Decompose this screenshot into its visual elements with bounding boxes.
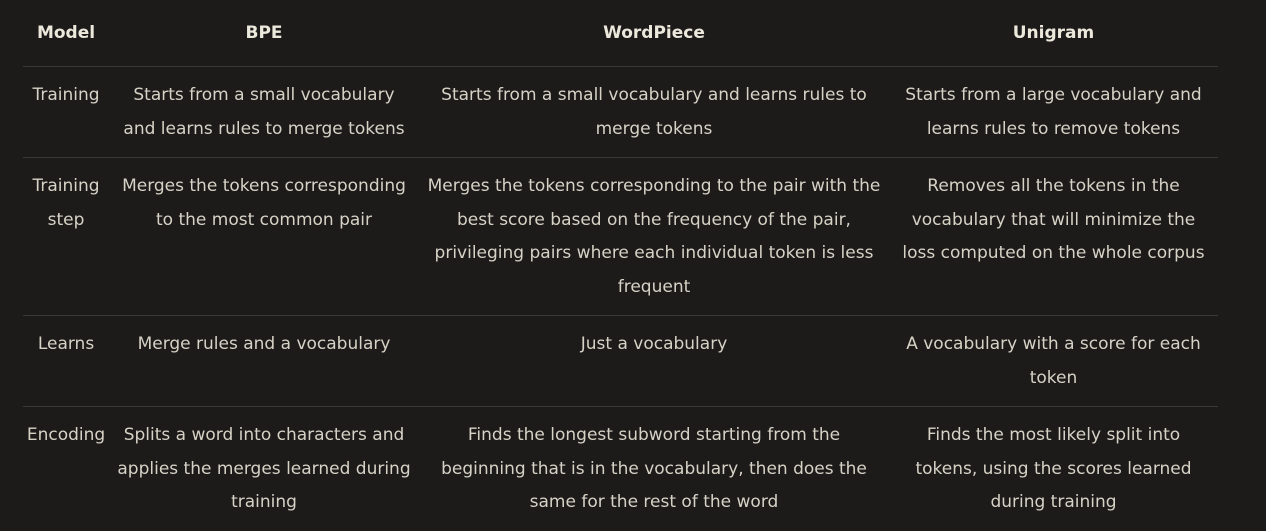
table-row: Training step Merges the tokens correspo…: [23, 157, 1218, 316]
row-label-training: Training: [23, 66, 109, 158]
cell-unigram: Starts from a large vocabulary and learn…: [889, 66, 1218, 158]
cell-unigram: A vocabulary with a score for each token: [889, 315, 1218, 407]
header-bpe: BPE: [109, 0, 419, 67]
cell-bpe: Merge rules and a vocabulary: [109, 315, 419, 407]
row-label-encoding: Encoding: [26, 425, 106, 445]
cell-unigram: Removes all the tokens in the vocabulary…: [889, 157, 1218, 316]
header-model: Model: [23, 0, 109, 67]
table-header-row: Model BPE WordPiece Unigram: [23, 0, 1218, 67]
cell-bpe: Merges the tokens corresponding to the m…: [109, 157, 419, 316]
cell-bpe: Splits a word into characters and applie…: [117, 425, 411, 512]
cell-wordpiece: Merges the tokens corresponding to the p…: [419, 157, 889, 316]
row-label-training-step: Training step: [23, 157, 109, 316]
cell-bpe: Starts from a small vocabulary and learn…: [109, 66, 419, 158]
cell-wordpiece: Just a vocabulary: [419, 315, 889, 407]
header-wordpiece: WordPiece: [419, 0, 889, 67]
cell-wordpiece: Finds the longest subword starting from …: [441, 425, 867, 512]
comparison-table-container: Model BPE WordPiece Unigram Training Sta…: [23, 0, 1218, 531]
header-unigram: Unigram: [889, 0, 1218, 67]
cell-wordpiece: Starts from a small vocabulary and learn…: [419, 66, 889, 158]
cell-unigram: Finds the most likely split into tokens,…: [915, 425, 1192, 512]
table-row: Training Starts from a small vocabulary …: [23, 66, 1218, 158]
row-label-learns: Learns: [23, 315, 109, 407]
table-row: Encoding Splits a word into characters a…: [23, 407, 1218, 531]
table-row: Learns Merge rules and a vocabulary Just…: [23, 315, 1218, 407]
tokenizer-comparison-table: Model BPE WordPiece Unigram Training Sta…: [23, 0, 1218, 531]
